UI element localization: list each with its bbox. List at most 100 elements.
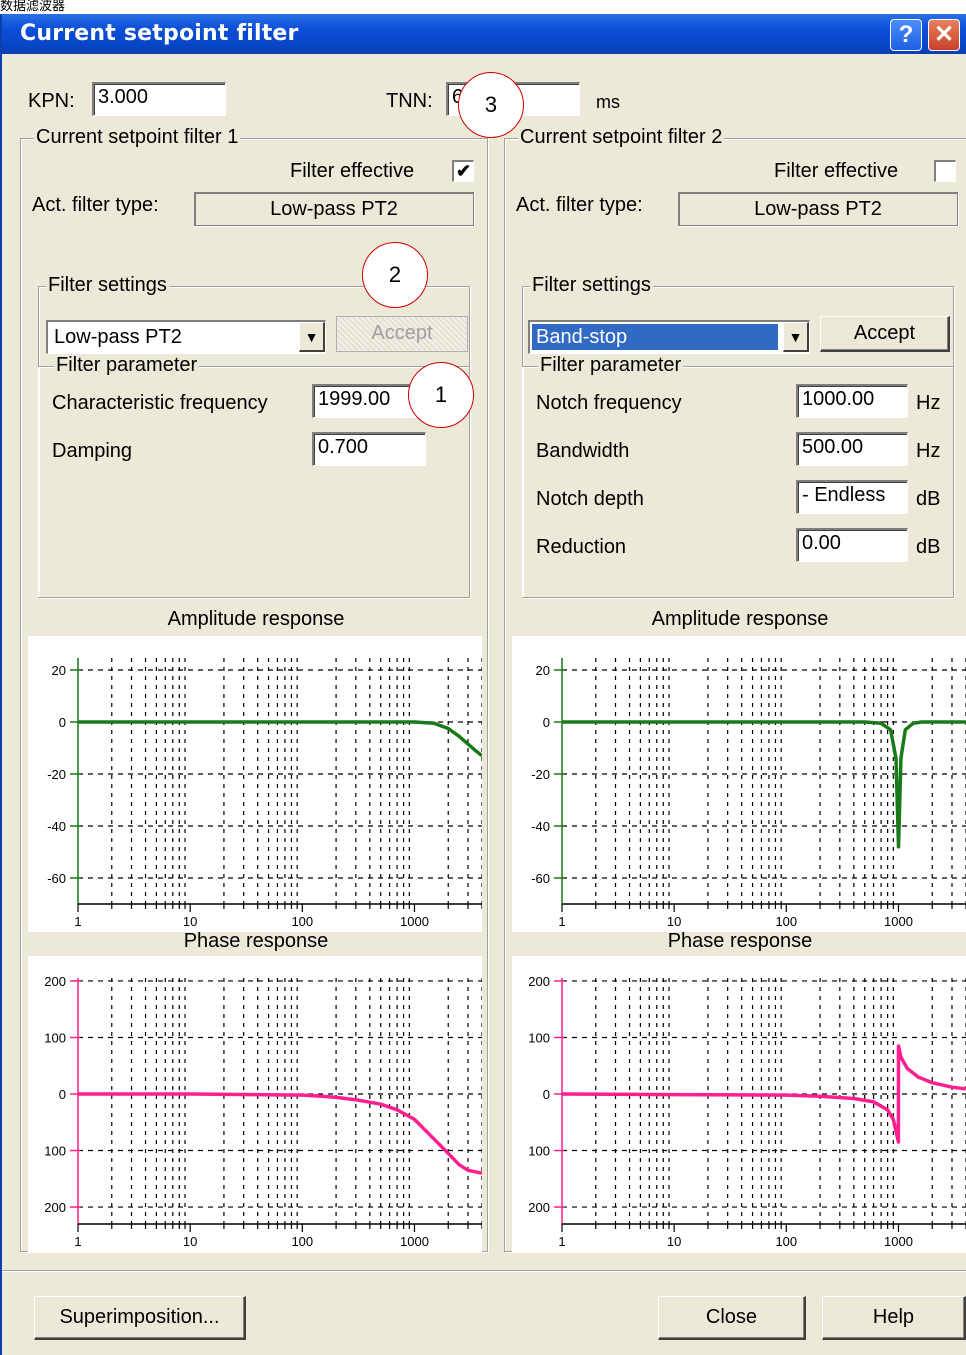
question-icon: ? — [898, 21, 914, 48]
kpn-label: KPN: — [28, 90, 75, 112]
y-tick-label: 0 — [59, 715, 66, 730]
filter2-phase-chart: 20010001002001 10 100 1000 — [512, 956, 966, 1252]
y-tick-label: 200 — [44, 1200, 66, 1215]
callout-2: 2 — [362, 242, 428, 308]
y-tick-label: 100 — [528, 1030, 550, 1045]
filter2-accept-button[interactable]: Accept — [820, 316, 950, 352]
chevron-down-icon[interactable]: ▼ — [299, 322, 325, 352]
filter1-effective-label: Filter effective — [290, 160, 415, 182]
x-tick-label: 10 — [667, 914, 681, 929]
x-tick-label: 10 — [667, 1234, 681, 1249]
help-title-button[interactable]: ? — [890, 19, 922, 51]
kpn-input[interactable]: 3.000 — [92, 82, 226, 116]
filter1-phase-title: Phase response — [183, 930, 329, 952]
x-tick-label: 1 — [74, 914, 81, 929]
footer-separator — [2, 1270, 966, 1272]
x-tick-label: 1000 — [884, 1234, 913, 1249]
callout-3: 3 — [458, 72, 524, 138]
x-tick-label: 1 — [558, 914, 565, 929]
filter2-param-0-label: Notch frequency — [536, 392, 682, 414]
x-tick-label: 1000 — [400, 1234, 429, 1249]
y-tick-label: 0 — [543, 715, 550, 730]
filter1-act-type-value: Low-pass PT2 — [194, 192, 474, 226]
filter1-amplitude-chart: 20 0 -20 -40 -60 1 10 100 1000 — [28, 636, 482, 932]
tnn-label: TNN: — [386, 90, 433, 112]
superimposition-button[interactable]: Superimposition... — [34, 1296, 246, 1340]
y-tick-label: 200 — [44, 974, 66, 989]
filter1-effective-checkbox[interactable]: ✔ — [452, 160, 474, 182]
filter2-amplitude-title: Amplitude response — [651, 608, 829, 630]
reduction-input[interactable]: 0.00 — [796, 528, 908, 562]
title-bar[interactable]: Current setpoint filter ? ✕ — [2, 14, 966, 54]
filter2-param-3-unit: dB — [916, 536, 941, 558]
y-tick-label: 100 — [44, 1144, 66, 1159]
filter2-param-1-label: Bandwidth — [536, 440, 630, 462]
x-tick-label: 100 — [775, 1234, 797, 1249]
filter1-combo-value: Low-pass PT2 — [54, 326, 182, 348]
filter1-param-label: Filter parameter — [54, 354, 200, 377]
y-tick-label: 20 — [536, 663, 550, 678]
notch-depth-input[interactable]: - Endless — [796, 480, 908, 514]
y-tick-label: 200 — [528, 974, 550, 989]
filter2-act-type-value: Low-pass PT2 — [678, 192, 958, 226]
y-tick-label: 100 — [44, 1030, 66, 1045]
filter2-param-0-unit: Hz — [916, 392, 941, 414]
y-tick-label: 0 — [543, 1087, 550, 1102]
y-tick-label: 20 — [52, 663, 66, 678]
filter2-type-combo[interactable]: Band-stop ▼ — [528, 320, 810, 354]
filter2-combo-value: Band-stop — [532, 324, 778, 350]
filter1-amplitude-title: Amplitude response — [167, 608, 345, 630]
filter2-param-3-label: Reduction — [536, 536, 627, 558]
x-tick-label: 1000 — [884, 914, 913, 929]
filter2-param-2-unit: dB — [916, 488, 941, 510]
filter1-type-combo[interactable]: Low-pass PT2 ▼ — [46, 320, 326, 354]
filter1-settings-label: Filter settings — [46, 274, 169, 297]
x-tick-label: 10 — [183, 1234, 197, 1249]
top-caption: 数据滤波器 — [0, 0, 966, 14]
help-button[interactable]: Help — [822, 1296, 966, 1340]
x-tick-label: 100 — [291, 914, 313, 929]
filter2-param-2-label: Notch depth — [536, 488, 644, 510]
close-icon: ✕ — [933, 21, 955, 48]
filter1-phase-chart: 20010001002001 10 100 1000 — [28, 956, 482, 1252]
y-tick-label: -40 — [531, 819, 550, 834]
y-tick-label: 200 — [528, 1200, 550, 1215]
filter2-settings-label: Filter settings — [530, 274, 653, 297]
notch-frequency-input[interactable]: 1000.00 — [796, 384, 908, 418]
chevron-down-icon[interactable]: ▼ — [783, 322, 809, 352]
checkmark-icon: ✔ — [455, 161, 472, 181]
y-tick-label: 100 — [528, 1144, 550, 1159]
filter1-group-label: Current setpoint filter 1 — [34, 126, 241, 149]
y-tick-label: -60 — [47, 871, 66, 886]
filter2-act-type-label: Act. filter type: — [516, 194, 643, 216]
filter1-param-0-label: Characteristic frequency — [52, 392, 268, 414]
x-tick-label: 1 — [558, 1234, 565, 1249]
y-tick-label: -60 — [531, 871, 550, 886]
y-tick-label: 0 — [59, 1087, 66, 1102]
x-tick-label: 1 — [74, 1234, 81, 1249]
filter2-effective-checkbox[interactable] — [934, 160, 956, 182]
filter1-act-type-label: Act. filter type: — [32, 194, 159, 216]
filter1-accept-button[interactable]: Accept — [336, 316, 468, 352]
x-tick-label: 100 — [291, 1234, 313, 1249]
dialog-window: Current setpoint filter ? ✕ KPN: 3.000 T… — [0, 14, 966, 1355]
close-title-button[interactable]: ✕ — [928, 19, 960, 51]
y-tick-label: -20 — [531, 767, 550, 782]
filter2-group-label: Current setpoint filter 2 — [518, 126, 725, 149]
filter2-amplitude-chart: 20 0 -20 -40 -60 1 10 100 1000 — [512, 636, 966, 932]
y-tick-label: -20 — [47, 767, 66, 782]
bandwidth-input[interactable]: 500.00 — [796, 432, 908, 466]
x-tick-label: 1000 — [400, 914, 429, 929]
callout-1: 1 — [408, 362, 474, 428]
filter1-damping-input[interactable]: 0.700 — [312, 432, 426, 466]
window-title: Current setpoint filter — [20, 21, 299, 46]
filter2-phase-title: Phase response — [667, 930, 813, 952]
x-tick-label: 100 — [775, 914, 797, 929]
close-button[interactable]: Close — [658, 1296, 806, 1340]
tnn-unit: ms — [596, 92, 620, 112]
y-tick-label: -40 — [47, 819, 66, 834]
filter2-param-label: Filter parameter — [538, 354, 684, 377]
filter1-param-1-label: Damping — [52, 440, 133, 462]
x-tick-label: 10 — [183, 914, 197, 929]
filter2-param-1-unit: Hz — [916, 440, 941, 462]
